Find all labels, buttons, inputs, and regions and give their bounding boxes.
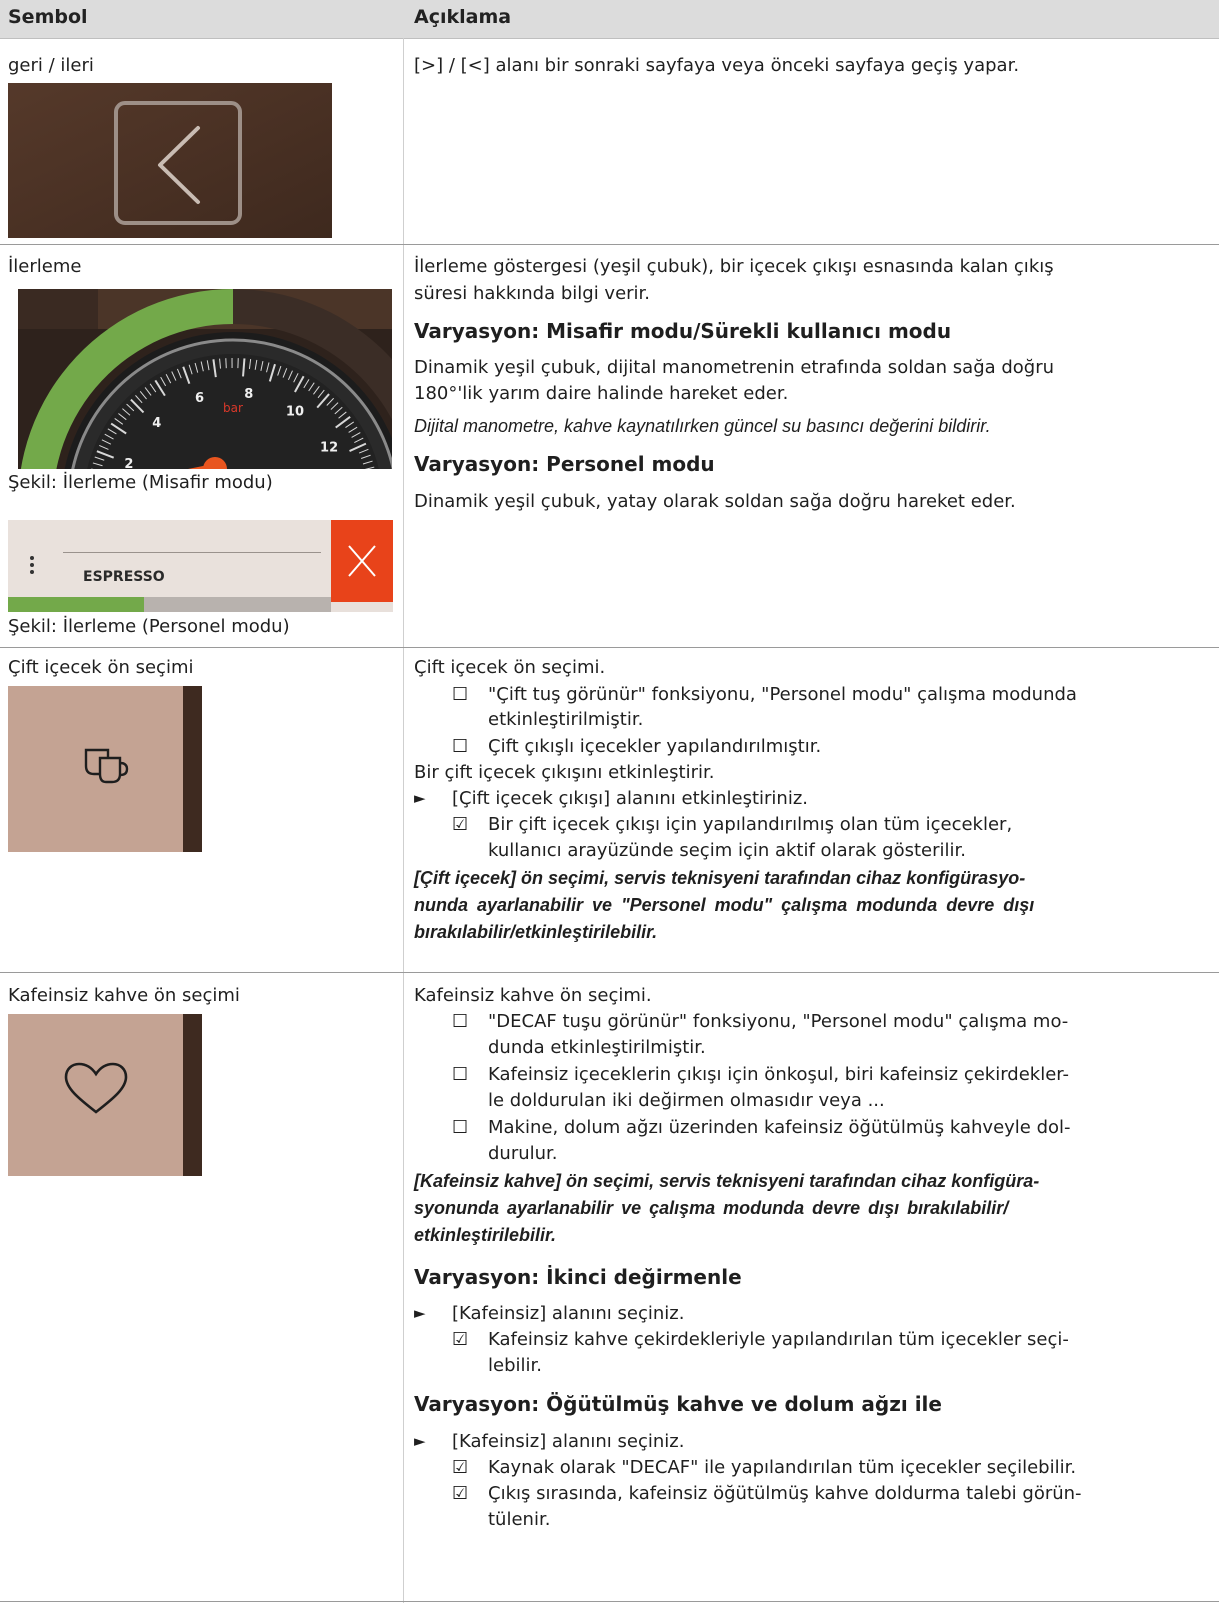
gauge-tick-label: 2	[124, 457, 133, 469]
desc-line: Dinamik yeşil çubuk, dijital manometreni…	[414, 357, 1055, 378]
arrow-icon: ►	[414, 1432, 426, 1450]
progress-fill	[8, 597, 144, 612]
more-icon	[30, 556, 34, 560]
desc-line: Bir çift içecek çıkışını etkinleştirir.	[414, 762, 715, 783]
italic-note: [Çift içecek] ön seçimi, servis teknisye…	[414, 868, 1026, 888]
result-line: lebilir.	[488, 1355, 542, 1376]
gauge-tick-label: 12	[320, 440, 338, 455]
desc-line: İlerleme göstergesi (yeşil çubuk), bir i…	[414, 256, 1054, 277]
gauge-tick-label: 8	[244, 387, 253, 402]
result-line: tülenir.	[488, 1509, 551, 1530]
gauge-unit-label: bar	[223, 401, 243, 415]
row-divider	[0, 244, 1219, 245]
prereq-line: durulur.	[488, 1143, 558, 1164]
beverage-label: ESPRESSO	[83, 569, 165, 585]
double-cup-icon	[84, 748, 129, 784]
italic-note: syonunda ayarlanabilir ve çalışma modund…	[414, 1198, 1009, 1218]
column-divider	[403, 38, 404, 1603]
italic-note: [Kafeinsiz kahve] ön seçimi, servis tekn…	[414, 1171, 1040, 1191]
italic-note: nunda ayarlanabilir ve "Personel modu" ç…	[414, 895, 1035, 915]
table-header: Sembol Açıklama	[0, 0, 1219, 39]
variation-heading: Varyasyon: Öğütülmüş kahve ve dolum ağzı…	[414, 1392, 942, 1416]
result-line: Çıkış sırasında, kafeinsiz öğütülmüş kah…	[488, 1483, 1082, 1504]
result-line: Kaynak olarak "DECAF" ile yapılandırılan…	[488, 1457, 1077, 1478]
checked-icon: ☑	[452, 814, 469, 835]
heart-icon	[64, 1062, 128, 1114]
desc-line: süresi hakkında bilgi verir.	[414, 283, 651, 304]
figure-caption: Şekil: İlerleme (Misafir modu)	[8, 472, 273, 493]
variation-heading: Varyasyon: Personel modu	[414, 452, 715, 476]
symbol-label: Çift içecek ön seçimi	[8, 657, 194, 678]
gauge-tick-label: 4	[152, 416, 161, 431]
checked-icon: ☑	[452, 1457, 469, 1478]
row-divider	[0, 972, 1219, 973]
pressure-gauge-icon: 2468101214bar	[18, 289, 392, 469]
gauge-tick-label: 10	[286, 405, 304, 420]
prereq-line: "DECAF tuşu görünür" fonksiyonu, "Person…	[488, 1011, 1069, 1032]
italic-note: bırakılabilir/etkinleştirilebilir.	[414, 922, 658, 942]
checkbox-icon: ☐	[452, 1011, 469, 1032]
edge	[183, 1014, 202, 1176]
prereq-line: Çift çıkışlı içecekler yapılandırılmıştı…	[488, 736, 822, 757]
arrow-icon: ►	[414, 1304, 426, 1322]
symbol-label: İlerleme	[8, 256, 82, 277]
prereq-line: "Çift tuş görünür" fonksiyonu, "Personel…	[488, 684, 1077, 705]
progress-gauge-image: 2468101214bar	[18, 289, 392, 469]
gauge-tick	[242, 358, 246, 377]
row-divider	[0, 647, 1219, 648]
desc-line: Dinamik yeşil çubuk, yatay olarak soldan…	[414, 491, 1016, 512]
arrow-icon: ►	[414, 789, 426, 807]
prereq-line: Kafeinsiz içeceklerin çıkışı için önkoşu…	[488, 1064, 1070, 1085]
back-button-image	[8, 83, 332, 238]
back-description: [>] / [<] alanı bir sonraki sayfaya veya…	[414, 55, 1020, 76]
step-line: [Kafeinsiz] alanını seçiniz.	[452, 1303, 685, 1324]
symbol-label: geri / ileri	[8, 55, 94, 76]
desc-line: Kafeinsiz kahve ön seçimi.	[414, 985, 652, 1006]
result-line: kullanıcı arayüzünde seçim için aktif ol…	[488, 840, 966, 861]
step-line: [Çift içecek çıkışı] alanını etkinleştir…	[452, 788, 808, 809]
edge	[183, 686, 202, 852]
prereq-line: Makine, dolum ağzı üzerinden kafeinsiz ö…	[488, 1117, 1071, 1138]
checked-icon: ☑	[452, 1483, 469, 1504]
checkbox-icon: ☐	[452, 736, 469, 757]
checkbox-icon: ☐	[452, 684, 469, 705]
gauge-tick-label: 6	[195, 391, 204, 406]
figure-caption: Şekil: İlerleme (Personel modu)	[8, 616, 290, 637]
row-divider	[0, 1601, 1219, 1602]
header-symbol: Sembol	[8, 6, 88, 28]
checkbox-icon: ☐	[452, 1064, 469, 1085]
close-icon	[348, 545, 376, 577]
checkbox-icon: ☐	[452, 1117, 469, 1138]
checked-icon: ☑	[452, 1329, 469, 1350]
separator	[63, 552, 321, 553]
variation-heading: Varyasyon: İkinci değirmenle	[414, 1265, 742, 1289]
double-beverage-button	[8, 686, 202, 852]
header-description: Açıklama	[414, 6, 512, 28]
result-line: Bir çift içecek çıkışı için yapılandırıl…	[488, 814, 1013, 835]
prereq-line: dunda etkinleştirilmiştir.	[488, 1037, 706, 1058]
back-icon	[8, 83, 332, 238]
variation-heading: Varyasyon: Misafir modu/Sürekli kullanıc…	[414, 319, 952, 343]
prereq-line: le doldurulan iki değirmen olmasıdır vey…	[488, 1090, 885, 1111]
symbol-label: Kafeinsiz kahve ön seçimi	[8, 985, 240, 1006]
cancel-button	[331, 520, 393, 602]
decaf-button	[8, 1014, 202, 1176]
staff-progress-image: ESPRESSO	[8, 520, 393, 612]
italic-note: etkinleştirilebilir.	[414, 1225, 557, 1245]
italic-note: Dijital manometre, kahve kaynatılırken g…	[414, 416, 991, 436]
desc-line: Çift içecek ön seçimi.	[414, 657, 606, 678]
result-line: Kafeinsiz kahve çekirdekleriyle yapıland…	[488, 1329, 1069, 1350]
prereq-line: etkinleştirilmiştir.	[488, 709, 644, 730]
desc-line: 180°'lik yarım daire halinde hareket ede…	[414, 383, 789, 404]
step-line: [Kafeinsiz] alanını seçiniz.	[452, 1431, 685, 1452]
